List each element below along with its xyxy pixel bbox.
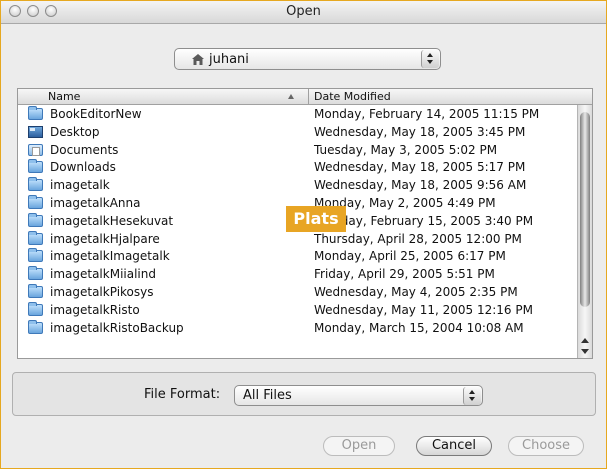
file-format-label: File Format: — [144, 387, 221, 402]
column-header-name[interactable]: Name — [18, 89, 309, 104]
folder-icon — [28, 301, 43, 316]
folder-icon — [28, 266, 43, 281]
folder-icon — [28, 194, 43, 209]
file-name: imagetalkPikosys — [50, 284, 154, 299]
sort-ascending-icon — [288, 94, 294, 99]
file-row[interactable]: Downloads Wednesday, May 18, 2005 5:17 P… — [18, 158, 578, 176]
folder-icon — [28, 177, 43, 192]
file-row[interactable]: imagetalkImagetalk Monday, April 25, 200… — [18, 247, 578, 265]
location-popup[interactable]: juhani — [174, 48, 441, 70]
column-header-date[interactable]: Date Modified — [314, 90, 391, 103]
file-name: imagetalkImagetalk — [50, 249, 170, 264]
window-title: Open — [286, 4, 321, 19]
file-date: Wednesday, May 18, 2005 5:17 PM — [314, 160, 526, 175]
file-date: Wednesday, May 18, 2005 3:45 PM — [314, 124, 526, 139]
file-row[interactable]: Desktop Wednesday, May 18, 2005 3:45 PM — [18, 123, 578, 141]
plats-overlay-label: Plats — [286, 206, 346, 232]
file-row[interactable]: imagetalkHjalpare Thursday, April 28, 20… — [18, 230, 578, 248]
file-date: Monday, March 15, 2004 10:08 AM — [314, 320, 524, 335]
desktop-icon — [28, 125, 43, 138]
file-name: imagetalkHjalpare — [50, 231, 160, 246]
file-format-popup-arrows-icon — [463, 387, 481, 405]
file-date: Tuesday, May 3, 2005 5:02 PM — [314, 142, 498, 157]
file-row[interactable]: imagetalk Wednesday, May 18, 2005 9:56 A… — [18, 176, 578, 194]
folder-icon — [28, 248, 43, 263]
file-name: imagetalkRisto — [50, 302, 140, 317]
title-bar[interactable]: Open — [1, 1, 606, 24]
file-date: Wednesday, May 11, 2005 12:16 PM — [314, 302, 533, 317]
file-date: Monday, April 25, 2005 6:17 PM — [314, 249, 506, 264]
file-row[interactable]: imagetalkMiialind Friday, April 29, 2005… — [18, 265, 578, 283]
file-name: imagetalkAnna — [50, 195, 141, 210]
file-date: Wednesday, May 18, 2005 9:56 AM — [314, 178, 527, 193]
file-row[interactable]: imagetalkPikosys Wednesday, May 4, 2005 … — [18, 283, 578, 301]
scrollbar-thumb[interactable] — [580, 112, 590, 307]
file-name: imagetalk — [50, 178, 110, 193]
file-date: Thursday, April 28, 2005 12:00 PM — [314, 231, 522, 246]
cancel-button[interactable]: Cancel — [416, 436, 492, 456]
file-name: imagetalkRistoBackup — [50, 320, 184, 335]
column-headers: Name Date Modified — [18, 89, 592, 105]
file-row[interactable]: imagetalkRistoBackup Monday, March 15, 2… — [18, 319, 578, 337]
file-row[interactable]: Documents Tuesday, May 3, 2005 5:02 PM — [18, 141, 578, 159]
file-row[interactable]: imagetalkRisto Wednesday, May 11, 2005 1… — [18, 301, 578, 319]
folder-icon — [28, 159, 43, 174]
scroll-down-arrow-icon[interactable] — [581, 349, 589, 354]
file-format-value: All Files — [243, 388, 292, 403]
choose-button[interactable]: Choose — [508, 436, 584, 456]
file-name: imagetalkHesekuvat — [50, 213, 174, 228]
file-date: Monday, February 14, 2005 11:15 PM — [314, 107, 540, 121]
vertical-scrollbar[interactable] — [577, 105, 592, 358]
open-button[interactable]: Open — [323, 436, 395, 456]
documents-folder-icon — [28, 143, 43, 156]
location-popup-arrows-icon — [421, 50, 439, 68]
file-name: imagetalkMiialind — [50, 267, 156, 282]
folder-icon — [28, 212, 43, 227]
file-date: Wednesday, May 4, 2005 2:35 PM — [314, 284, 518, 299]
column-header-name-label: Name — [48, 90, 81, 103]
folder-icon — [28, 319, 43, 334]
file-format-popup[interactable]: All Files — [234, 385, 483, 406]
file-name: Documents — [50, 142, 119, 157]
scroll-up-arrow-icon[interactable] — [581, 338, 589, 343]
location-label: juhani — [209, 52, 249, 67]
file-date: Tuesday, February 15, 2005 3:40 PM — [314, 213, 534, 228]
file-name: BookEditorNew — [50, 107, 142, 121]
file-name: Desktop — [50, 124, 100, 139]
folder-icon — [28, 283, 43, 298]
file-format-bar: File Format: All Files — [12, 372, 596, 416]
open-dialog-window: Open juhani Name Date Modified BookEdito… — [0, 0, 607, 469]
file-row[interactable]: BookEditorNew Monday, February 14, 2005 … — [18, 105, 578, 123]
file-date: Friday, April 29, 2005 5:51 PM — [314, 267, 495, 282]
folder-icon — [28, 106, 43, 120]
file-name: Downloads — [50, 160, 116, 175]
folder-icon — [28, 230, 43, 245]
home-icon — [192, 54, 204, 65]
